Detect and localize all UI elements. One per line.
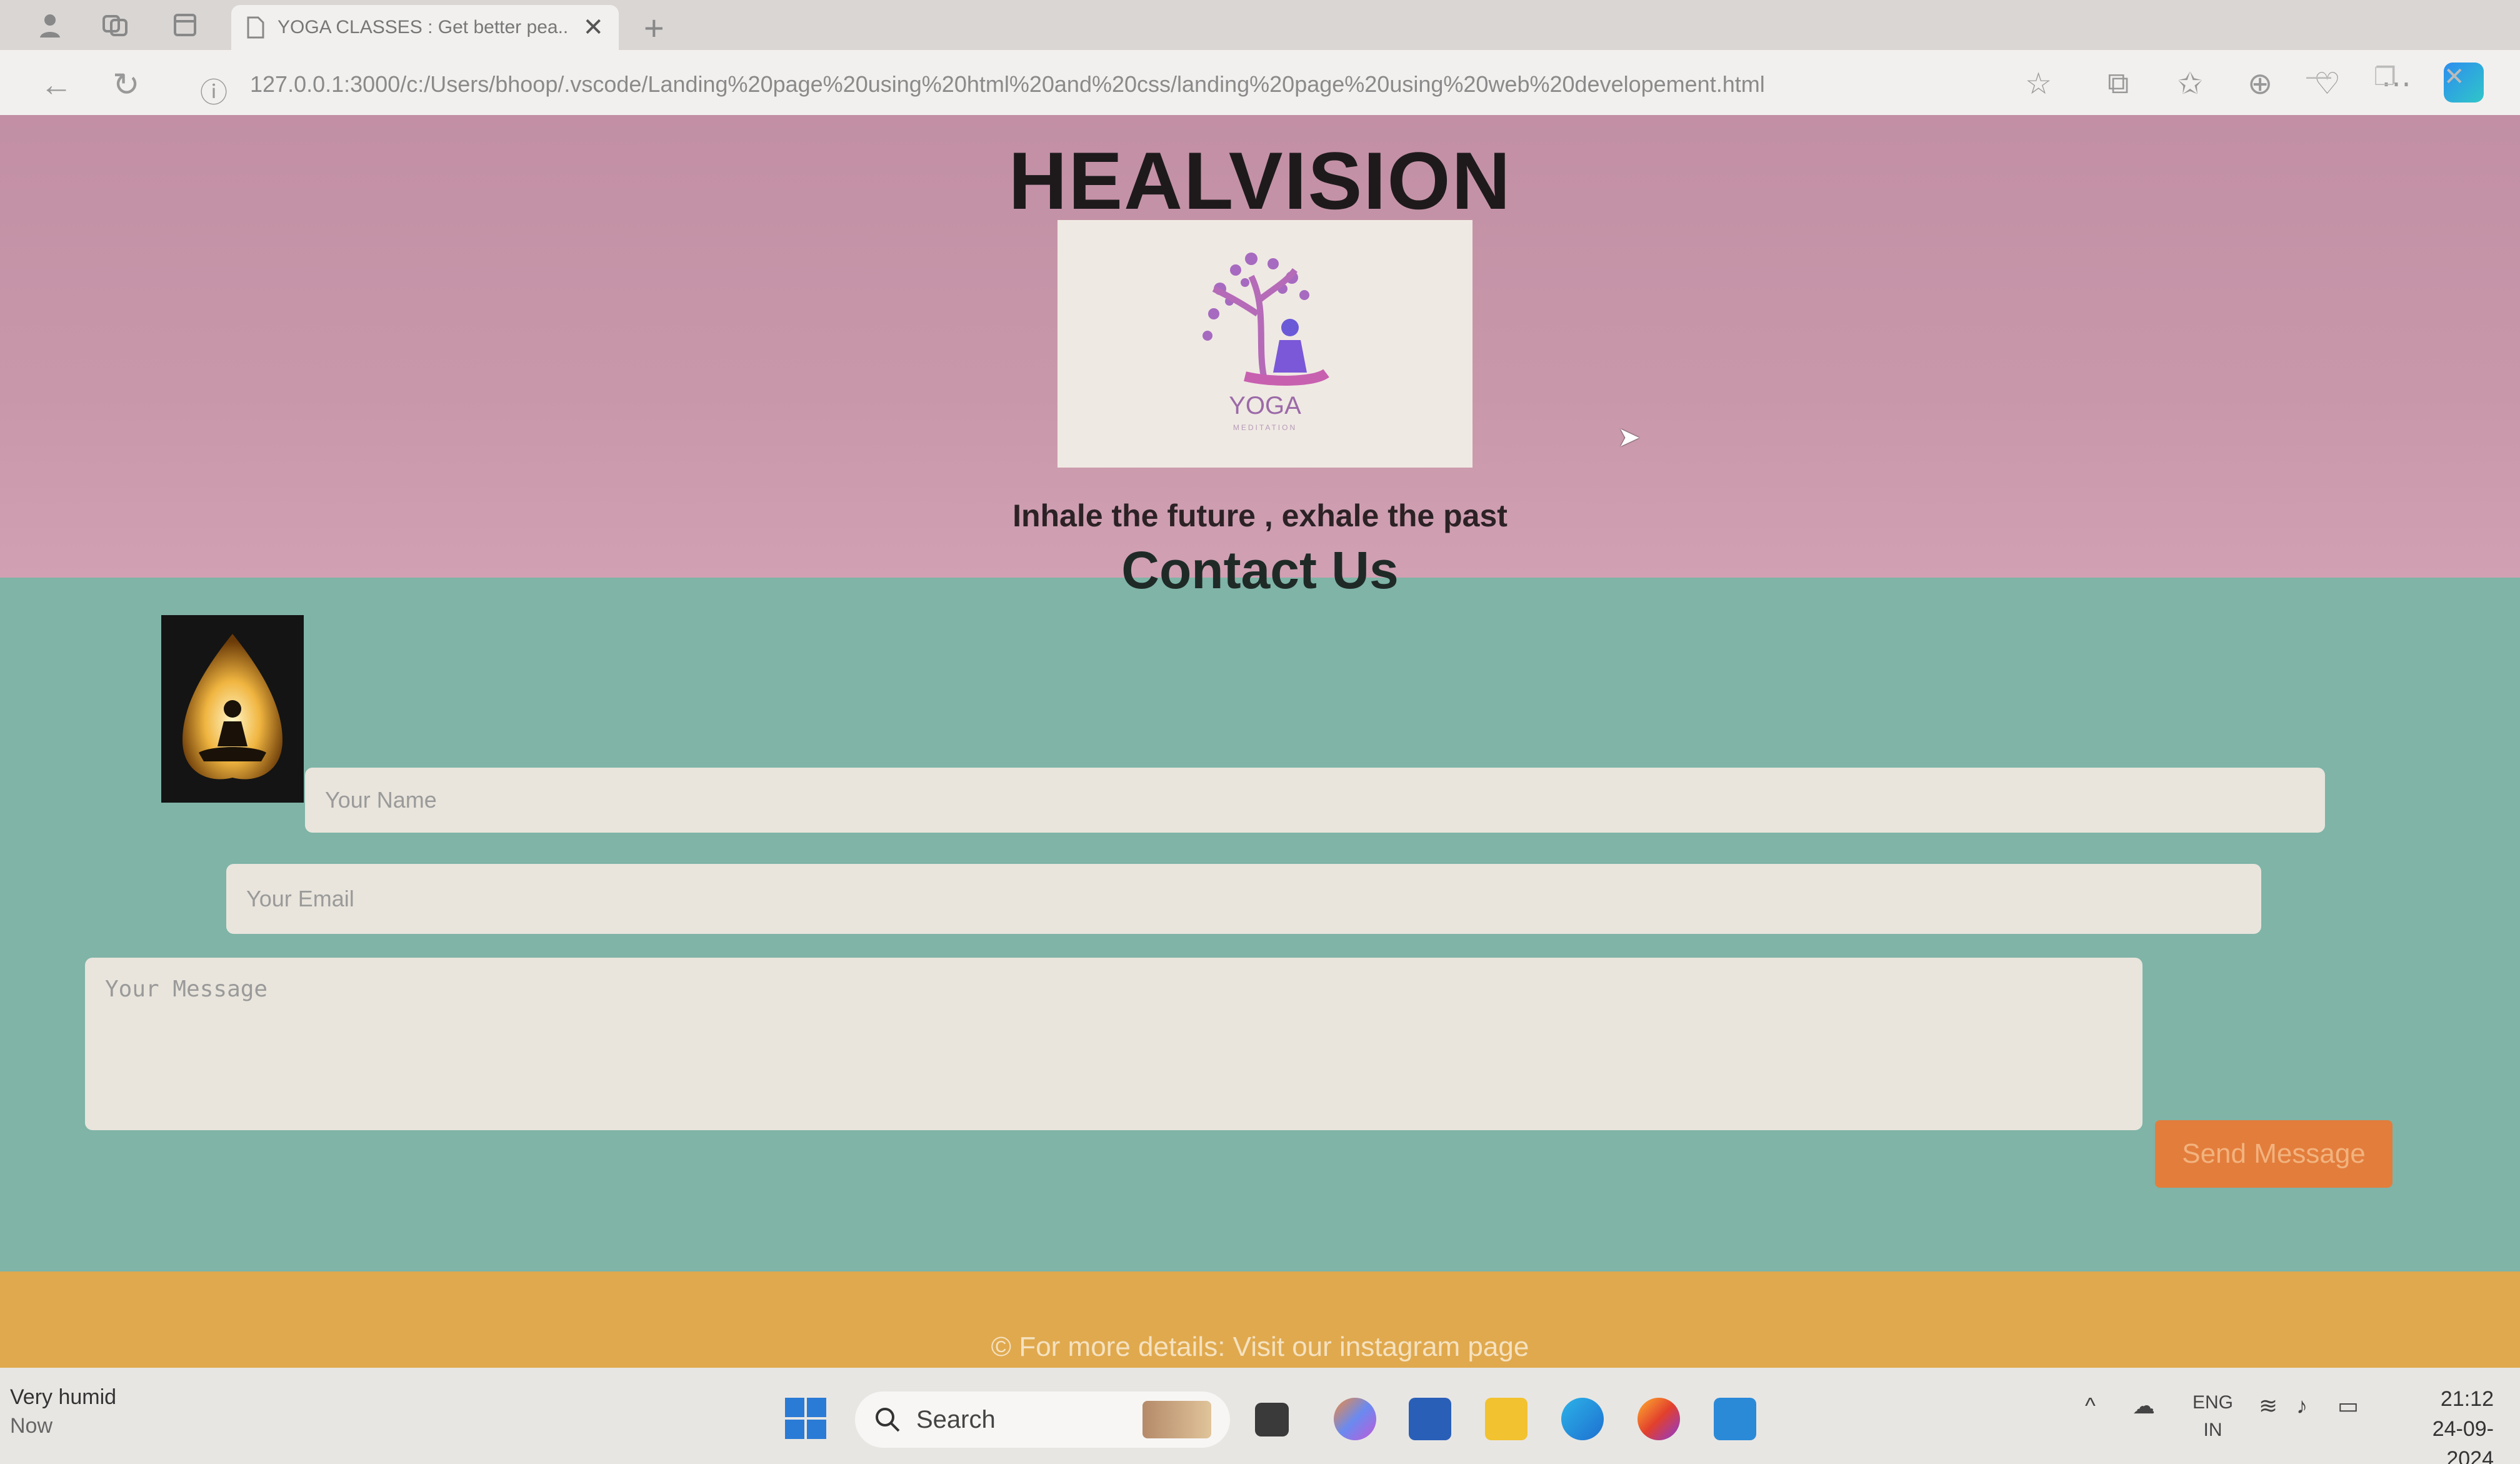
- mouse-cursor-icon: ➤: [1618, 422, 1641, 453]
- reload-icon[interactable]: ↻: [112, 66, 140, 104]
- weather-title: Very humid: [10, 1385, 117, 1409]
- language-indicator[interactable]: ENG IN: [2192, 1389, 2233, 1444]
- favorite-star-icon[interactable]: ☆: [2025, 66, 2052, 101]
- name-input[interactable]: Your Name: [305, 768, 2325, 833]
- file-explorer-icon[interactable]: [1485, 1398, 1528, 1440]
- contact-section: Contact Us Your Name Your Email Your Mes…: [0, 541, 2520, 1271]
- close-window-icon[interactable]: ✕: [2444, 63, 2465, 91]
- logo-subtext: MEDITATION: [1233, 423, 1297, 432]
- split-screen-icon[interactable]: ⧉: [2108, 66, 2129, 101]
- wifi-icon[interactable]: ≋: [2259, 1393, 2278, 1419]
- task-view-icon[interactable]: [1255, 1403, 1289, 1436]
- lang-top: ENG: [2192, 1392, 2234, 1413]
- clock[interactable]: 21:12 24-09-2024: [2388, 1384, 2494, 1464]
- page-icon: [247, 16, 264, 39]
- collections-icon[interactable]: ⊕: [2248, 66, 2272, 101]
- profile-icon[interactable]: [35, 10, 65, 40]
- tab-actions-icon[interactable]: [170, 10, 200, 40]
- date: 24-09-2024: [2432, 1417, 2494, 1464]
- search-highlight-image: [1142, 1401, 1211, 1438]
- yoga-logo: YOGA MEDITATION: [1058, 220, 1472, 468]
- tab-title: YOGA CLASSES : Get better pea...: [278, 17, 571, 38]
- contact-title: Contact Us: [1121, 541, 1399, 599]
- time: 21:12: [2440, 1387, 2494, 1411]
- footer-link[interactable]: © For more details: Visit our instagram …: [0, 1331, 2520, 1363]
- tagline: Inhale the future , exhale the past: [1012, 498, 1508, 533]
- back-icon[interactable]: ←: [40, 66, 72, 104]
- url-input[interactable]: 127.0.0.1:3000/c:/Users/bhoop/.vscode/La…: [250, 71, 1765, 98]
- lang-bottom: IN: [2203, 1420, 2222, 1440]
- onedrive-icon[interactable]: ☁: [2132, 1393, 2155, 1419]
- browser-tab-bar: YOGA CLASSES : Get better pea... ✕ +: [0, 0, 2520, 50]
- new-tab-button[interactable]: +: [644, 8, 664, 48]
- hero-header: HEALVISION YOGA MEDITATION Inhale the fu…: [0, 115, 2520, 578]
- chevron-up-icon[interactable]: ^: [2085, 1393, 2096, 1419]
- tab-active[interactable]: YOGA CLASSES : Get better pea... ✕: [231, 5, 619, 50]
- send-message-button[interactable]: Send Message: [2155, 1120, 2392, 1188]
- search-icon: [876, 1408, 900, 1432]
- footer: © For more details: Visit our instagram …: [0, 1271, 2520, 1368]
- windows-start-icon[interactable]: [785, 1398, 826, 1439]
- taskbar-search[interactable]: Search: [855, 1391, 1230, 1448]
- search-label: Search: [916, 1405, 996, 1433]
- web-page: HEALVISION YOGA MEDITATION Inhale the fu…: [0, 115, 2520, 1368]
- site-title: HEALVISION: [1008, 135, 1512, 226]
- close-tab-icon[interactable]: ✕: [582, 13, 604, 42]
- email-input[interactable]: Your Email: [226, 864, 2261, 934]
- battery-icon[interactable]: ▭: [2338, 1393, 2359, 1419]
- logo-text: YOGA: [1229, 392, 1301, 419]
- weather-widget[interactable]: Very humid Now: [10, 1383, 116, 1440]
- favorites-icon[interactable]: ✩: [2178, 66, 2202, 101]
- firefox-icon[interactable]: [1638, 1398, 1680, 1440]
- volume-icon[interactable]: ♪: [2296, 1393, 2308, 1419]
- vscode-icon[interactable]: [1714, 1398, 1756, 1440]
- workspaces-icon[interactable]: [100, 10, 130, 40]
- taskbar: Very humid Now Search ^ ☁ ENG IN ≋ ♪ ▭ 2…: [0, 1368, 2520, 1464]
- meditation-image: [161, 615, 304, 803]
- minimize-icon[interactable]: —: [2306, 63, 2331, 91]
- site-info-icon[interactable]: ⓘ: [200, 70, 228, 110]
- weather-sub: Now: [10, 1414, 53, 1438]
- maximize-icon[interactable]: ❐: [2374, 63, 2396, 91]
- edge-icon[interactable]: [1561, 1398, 1604, 1440]
- store-icon[interactable]: [1409, 1398, 1451, 1440]
- address-bar: ← ↻ ⓘ 127.0.0.1:3000/c:/Users/bhoop/.vsc…: [0, 50, 2520, 115]
- message-textarea[interactable]: Your Message: [85, 958, 2142, 1130]
- copilot-app-icon[interactable]: [1334, 1398, 1376, 1440]
